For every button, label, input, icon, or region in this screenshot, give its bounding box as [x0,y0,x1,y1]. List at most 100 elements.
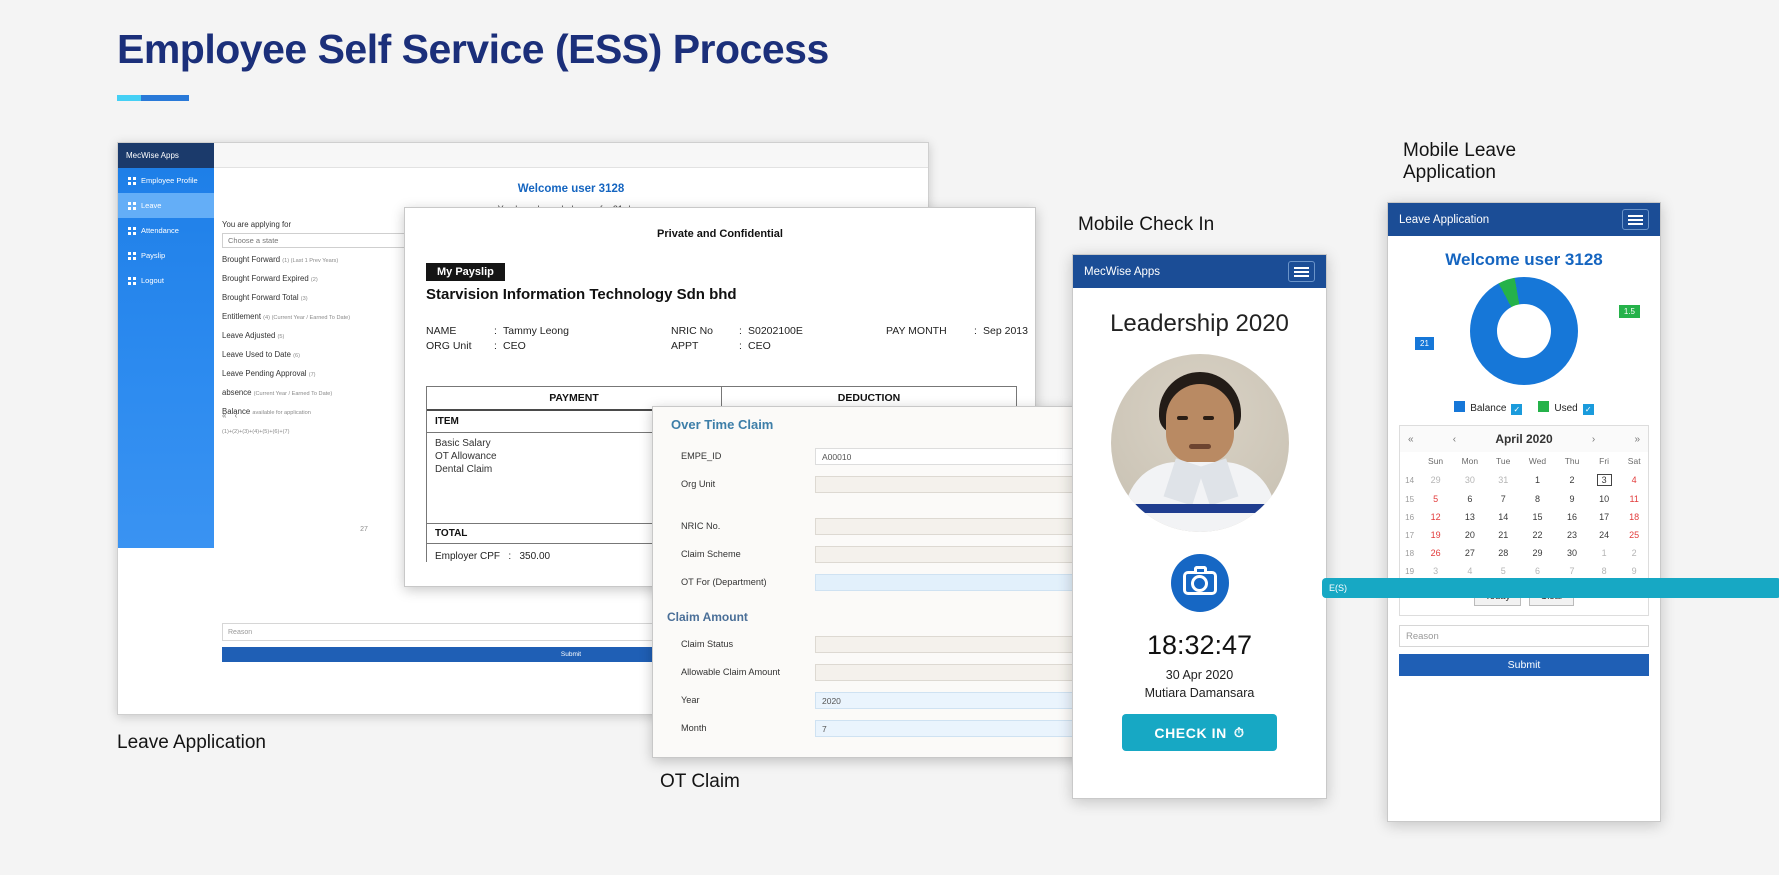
leave-days-button[interactable]: E(S) [1322,578,1779,598]
prev-month-button[interactable]: ‹ [1453,434,1456,445]
day-cell[interactable]: 5 [1419,490,1452,508]
day-cell[interactable]: 13 [1452,508,1488,526]
day-cell[interactable]: 10 [1588,490,1620,508]
org-unit-input[interactable] [815,475,1077,493]
avatar [1110,354,1289,532]
field-key: NRIC No [671,325,714,337]
cell[interactable] [324,453,404,470]
legend-item-used[interactable]: Used ✓ [1538,401,1594,415]
day-cell[interactable]: 29 [1519,544,1556,562]
camera-lens [1191,574,1208,592]
cell[interactable] [324,504,404,521]
day-cell[interactable]: 22 [1519,526,1556,544]
ot-field-row: Allowable Claim Amount [653,658,1091,686]
cell[interactable] [244,470,324,487]
day-cell-selected[interactable]: 3 [1588,470,1620,490]
legend-checkbox-used[interactable]: ✓ [1582,404,1594,415]
day-cell[interactable]: 12 [1419,508,1452,526]
sidebar-item-employee-profile[interactable]: Employee Profile [118,168,214,193]
legend-item-balance[interactable]: Balance ✓ [1454,401,1523,415]
month-input[interactable]: 7 [815,719,1077,737]
ot-department-input[interactable] [815,573,1077,591]
used-badge: 1.5 [1618,305,1640,318]
day-cell[interactable]: 15 [1519,508,1556,526]
day-cell[interactable]: 2 [1556,470,1588,490]
allowable-claim-amount-input[interactable] [815,663,1077,681]
cell[interactable] [244,504,324,521]
cell[interactable] [324,470,404,487]
claim-status-input[interactable] [815,635,1077,653]
field-key: PAY MONTH [886,325,947,337]
mini-cal-th [324,423,404,436]
next-month-button[interactable]: › [1592,434,1595,445]
day-cell[interactable]: 7 [1488,490,1519,508]
day-cell[interactable]: 31 [1488,470,1519,490]
day-cell[interactable]: 2 [1620,544,1648,562]
next-year-button[interactable]: » [1634,434,1640,445]
day-header: Wed [1528,456,1547,466]
day-cell[interactable]: 17 [1588,508,1620,526]
calendar-month-label: April 2020 [1495,432,1553,446]
day-cell[interactable]: 26 [1419,544,1452,562]
avatar-eye-left [1176,416,1188,420]
leave-donut-chart: 21 1.5 [1388,277,1660,389]
sidebar-item-logout[interactable]: Logout [118,268,214,293]
day-cell[interactable]: 25 [1620,526,1648,544]
cell[interactable] [324,436,404,453]
cell[interactable] [244,521,324,538]
submit-button[interactable]: Submit [1399,654,1649,676]
cell[interactable] [244,487,324,504]
day-cell[interactable]: 29 [1419,470,1452,490]
day-cell[interactable]: 19 [1419,526,1452,544]
hamburger-icon[interactable] [1288,261,1315,282]
day-cell[interactable]: 21 [1488,526,1519,544]
day-cell[interactable]: 18 [1620,508,1648,526]
year-input[interactable]: 2020 [815,691,1077,709]
sidebar-item-attendance[interactable]: Attendance [118,218,214,243]
day-cell[interactable]: 16 [1556,508,1588,526]
payslip-meta-col-3: PAY MONTH : Sep 2013 [886,325,1028,340]
day-cell[interactable]: 1 [1588,544,1620,562]
cell[interactable] [244,436,324,453]
grid-icon [128,226,136,235]
field-sep: : [974,325,977,337]
row-label: Leave Pending Approval [222,369,309,378]
nric-input[interactable] [815,517,1077,535]
reason-input[interactable]: Reason [1399,625,1649,647]
day-cell[interactable]: 14 [1488,508,1519,526]
day-cell[interactable]: 28 [1488,544,1519,562]
mini-cal-th [244,423,324,436]
day-cell[interactable]: 27 [1452,544,1488,562]
payslip-field: APPT : CEO [671,340,803,355]
claim-scheme-input[interactable] [815,545,1077,563]
sidebar-item-leave[interactable]: Leave [118,193,214,218]
hamburger-icon[interactable] [1622,209,1649,230]
empe-id-input[interactable]: A00010 [815,447,1077,465]
day-cell[interactable]: 24 [1588,526,1620,544]
day-cell[interactable]: 6 [1452,490,1488,508]
camera-icon[interactable] [1170,554,1229,612]
prev-year-button[interactable]: « [1408,434,1414,445]
day-cell[interactable]: 8 [1519,490,1556,508]
cell[interactable] [324,487,404,504]
legend-checkbox-balance[interactable]: ✓ [1511,404,1523,415]
mini-calendar-nav[interactable]: « ‹ [222,411,240,420]
check-in-label: CHECK IN [1154,724,1227,741]
day-cell[interactable]: 4 [1620,470,1648,490]
calendar-header-row: w Sun Mon Tue Wed Thu Fri Sat [1400,452,1648,470]
day-cell[interactable]: 9 [1556,490,1588,508]
sidebar-item-label: Attendance [141,226,179,235]
day-cell[interactable]: 30 [1452,470,1488,490]
day-cell[interactable]: 20 [1452,526,1488,544]
sidebar-item-payslip[interactable]: Payslip [118,243,214,268]
day-cell[interactable]: 30 [1556,544,1588,562]
day-cell[interactable]: 1 [1519,470,1556,490]
day-cell[interactable]: 23 [1556,526,1588,544]
grid-icon [128,201,136,210]
day-cell[interactable]: 11 [1620,490,1648,508]
ot-field-row: NRIC No. [653,512,1091,540]
check-in-button[interactable]: CHECK IN ⏱ [1122,714,1277,751]
cell[interactable] [244,453,324,470]
cell[interactable]: 27 [324,521,404,538]
